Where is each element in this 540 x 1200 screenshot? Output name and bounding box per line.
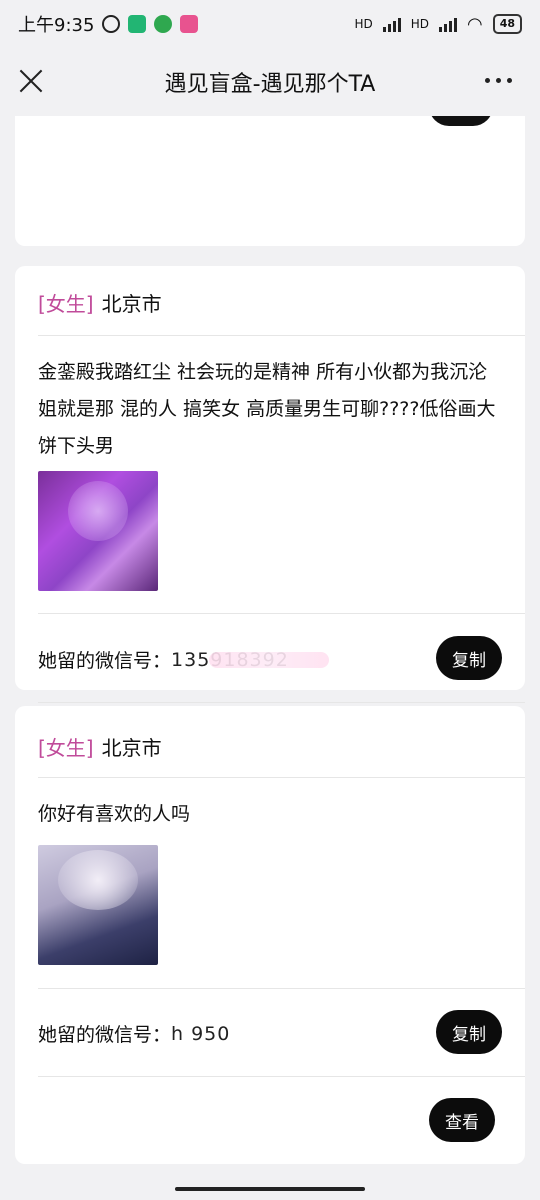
divider	[38, 988, 525, 989]
gender-label: [女生]	[38, 736, 94, 760]
shield-app-icon	[128, 15, 147, 33]
page-title: 遇见盲盒-遇见那个TA	[164, 72, 376, 97]
copy-button[interactable]: 复制	[436, 636, 502, 680]
content-area[interactable]: [女生] 北京市 金銮殿我踏红尘 社会玩的是精神 所有小伙都为我沉沦 姐就是那 …	[0, 116, 540, 1200]
social-app-icon	[180, 15, 199, 33]
status-left: 上午9:35	[18, 11, 199, 37]
profile-card: [女生] 北京市 你好有喜欢的人吗 她留的微信号： h 950 复制 查看	[15, 706, 525, 1164]
status-bar: 上午9:35 HD HD ◠ 48	[0, 0, 540, 48]
profile-photo[interactable]	[38, 845, 158, 965]
wechat-row: 她留的微信号： 135918392	[38, 646, 329, 673]
battery-icon: 48	[492, 14, 522, 34]
nav-bar: 遇见盲盒-遇见那个TA	[0, 48, 540, 116]
view-button[interactable]: 查看	[429, 1098, 495, 1142]
gender-label: [女生]	[38, 292, 94, 316]
profile-card: [女生] 北京市 金銮殿我踏红尘 社会玩的是精神 所有小伙都为我沉沦 姐就是那 …	[15, 266, 525, 768]
signal-icon	[382, 16, 401, 32]
signal-icon-2	[438, 16, 457, 32]
city-label: 北京市	[101, 736, 162, 760]
home-indicator[interactable]	[175, 1187, 365, 1191]
network-label: HD	[354, 17, 373, 31]
wifi-icon: ◠	[466, 13, 483, 35]
alarm-icon	[102, 15, 121, 33]
wechat-label: 她留的微信号：	[38, 650, 172, 672]
previous-card	[15, 116, 525, 246]
divider	[38, 335, 525, 336]
divider	[38, 777, 525, 778]
wechat-row: 她留的微信号： h 950	[38, 1020, 230, 1047]
copy-button[interactable]: 复制	[436, 1010, 502, 1054]
city-label: 北京市	[101, 292, 162, 316]
card-header: [女生] 北京市	[38, 732, 162, 761]
view-button-previous[interactable]	[429, 116, 493, 126]
carrier-app-icon	[154, 15, 173, 33]
more-options-icon[interactable]	[485, 78, 512, 83]
status-time: 上午9:35	[18, 15, 95, 36]
privacy-mask	[208, 651, 329, 668]
divider	[38, 702, 525, 703]
card-message: 金銮殿我踏红尘 社会玩的是精神 所有小伙都为我沉沦 姐就是那 混的人 搞笑女 高…	[38, 361, 496, 457]
close-icon[interactable]	[18, 68, 44, 94]
status-right: HD HD ◠ 48	[354, 14, 522, 35]
wechat-label: 她留的微信号：	[38, 1024, 172, 1046]
network-label-2: HD	[410, 17, 429, 31]
divider	[38, 613, 525, 614]
profile-photo[interactable]	[38, 471, 158, 591]
card-message: 你好有喜欢的人吗	[38, 803, 191, 825]
divider	[38, 1076, 525, 1077]
card-header: [女生] 北京市	[38, 288, 162, 317]
wechat-id: h 950	[171, 1022, 231, 1045]
